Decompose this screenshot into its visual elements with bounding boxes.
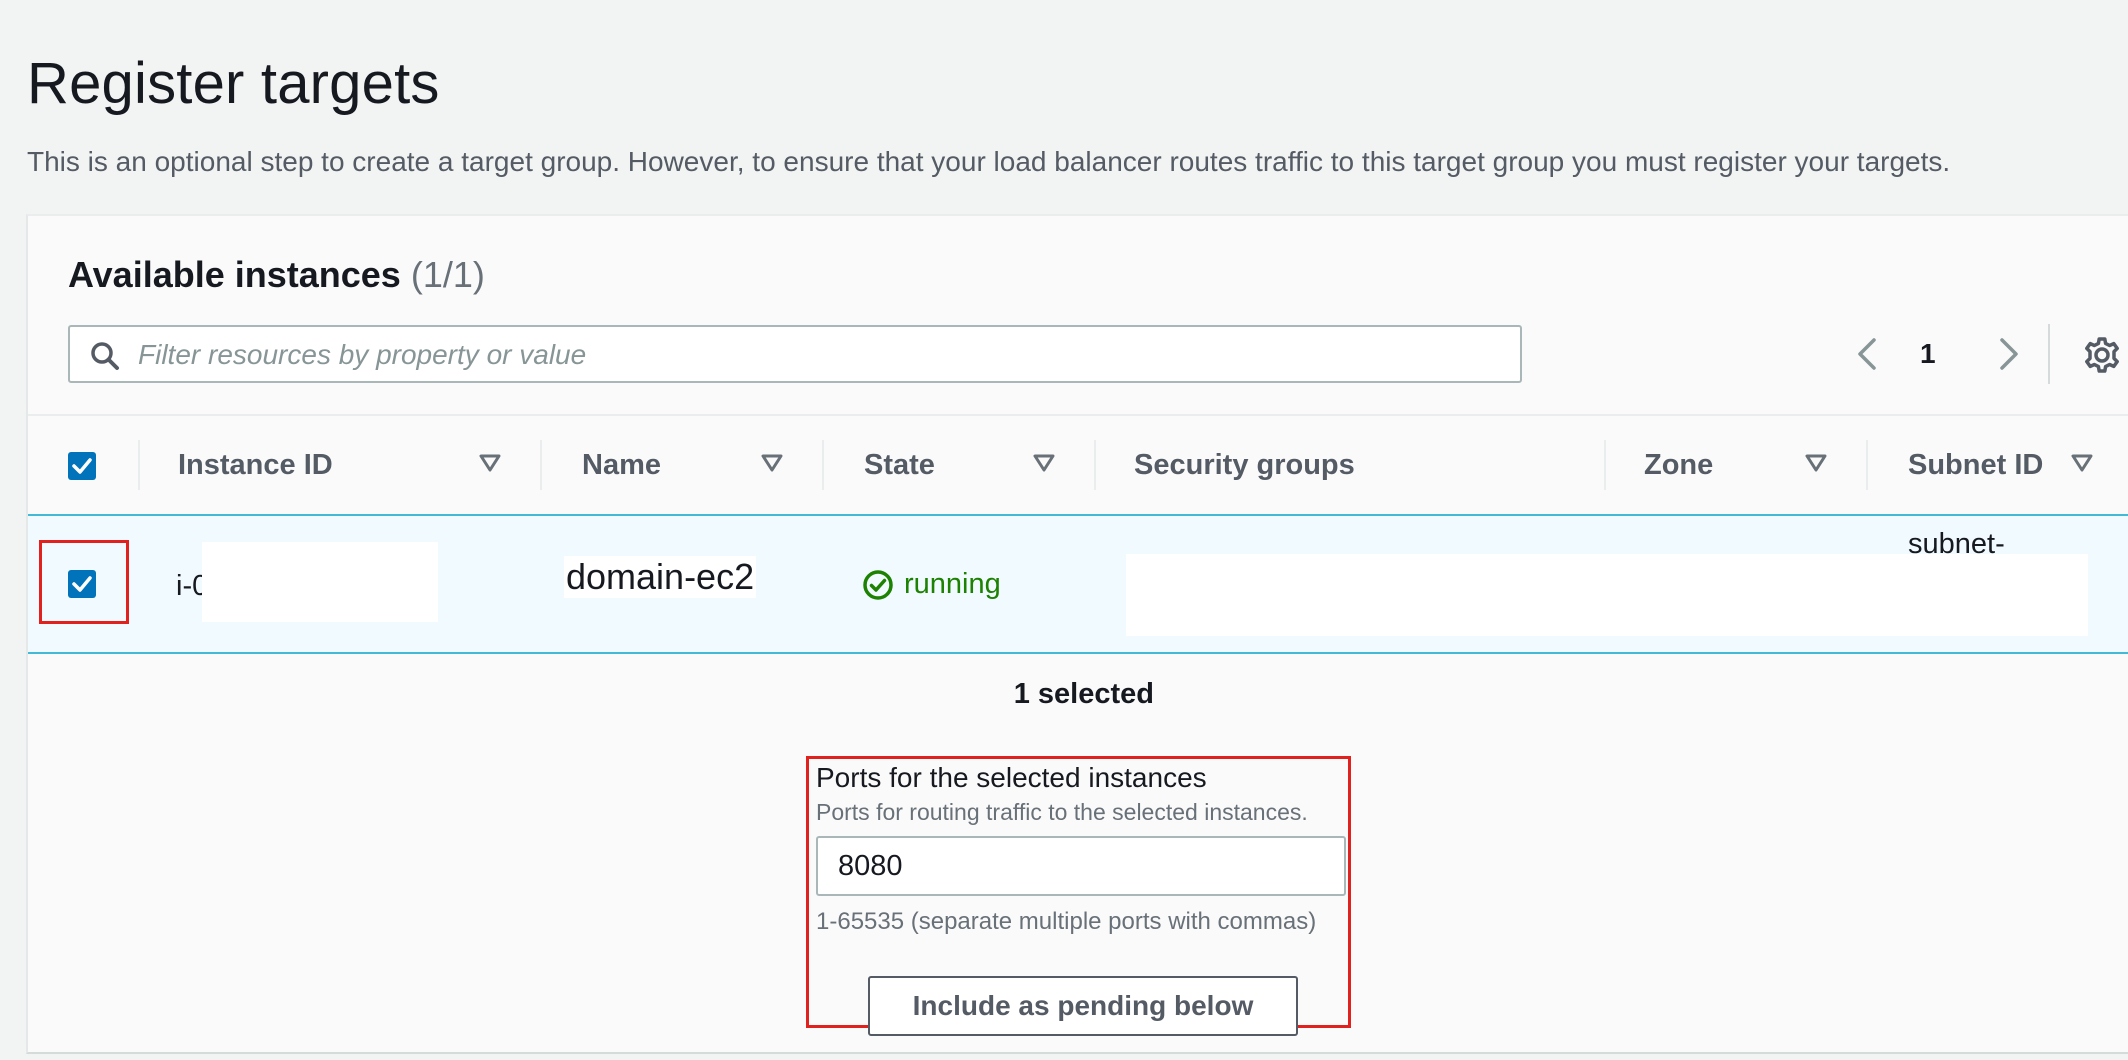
page-description: This is an optional step to create a tar…: [27, 146, 1951, 177]
column-divider: [1604, 440, 1606, 490]
selection-summary: 1 selected: [1013, 678, 1154, 710]
row-checkbox-highlight: [39, 540, 129, 624]
pagination-current-page[interactable]: 1: [1920, 338, 1936, 370]
panel-title: Available instances: [68, 254, 401, 295]
column-header-state[interactable]: State: [864, 416, 935, 514]
table-header: Instance ID Name State Security groups Z…: [28, 416, 2128, 514]
table-row[interactable]: i-0 domain-ec2 running subnet-: [28, 514, 2128, 654]
chevron-left-icon[interactable]: [1850, 334, 1886, 374]
panel-count: (1/1): [410, 254, 485, 295]
search-icon: [91, 342, 119, 370]
sort-down-triangle-icon[interactable]: [760, 452, 784, 474]
sort-down-triangle-icon[interactable]: [1032, 452, 1056, 474]
column-header-security-groups[interactable]: Security groups: [1134, 416, 1355, 514]
select-all-checkbox[interactable]: [68, 452, 96, 480]
column-divider: [540, 440, 542, 490]
pagination-divider: [2048, 324, 2050, 384]
column-divider: [138, 440, 140, 490]
column-divider: [1866, 440, 1868, 490]
chevron-right-icon[interactable]: [1990, 334, 2026, 374]
gear-icon[interactable]: [2083, 336, 2121, 374]
checkmark-icon: [72, 458, 92, 474]
instance-name-cell: domain-ec2: [564, 556, 757, 598]
column-divider: [822, 440, 824, 490]
include-as-pending-button[interactable]: Include as pending below: [868, 976, 1298, 1036]
state-cell: running: [862, 568, 1001, 601]
ports-input[interactable]: [816, 836, 1346, 896]
ports-description: Ports for routing traffic to the selecte…: [816, 799, 1308, 825]
column-divider: [1094, 440, 1096, 490]
page-title: Register targets: [27, 51, 440, 116]
column-header-subnet-id[interactable]: Subnet ID: [1908, 416, 2043, 514]
ports-hint: 1-65535 (separate multiple ports with co…: [816, 908, 1317, 935]
column-header-name[interactable]: Name: [582, 416, 661, 514]
filter-search-box[interactable]: [68, 325, 1522, 383]
redacted-details: [1126, 554, 2088, 636]
column-header-instance-id[interactable]: Instance ID: [178, 416, 333, 514]
column-header-zone[interactable]: Zone: [1644, 416, 1713, 514]
sort-down-triangle-icon[interactable]: [2070, 452, 2094, 474]
state-label: running: [904, 568, 1001, 600]
filter-search-input[interactable]: [136, 333, 1500, 377]
check-circle-icon: [863, 569, 893, 600]
sort-down-triangle-icon[interactable]: [478, 452, 502, 474]
ports-label: Ports for the selected instances: [816, 762, 1207, 793]
available-instances-panel: Available instances (1/1) 1 Instance ID: [26, 214, 2128, 1054]
sort-down-triangle-icon[interactable]: [1804, 452, 1828, 474]
redacted-instance-id: [202, 542, 438, 622]
panel-header: Available instances (1/1): [68, 254, 485, 296]
